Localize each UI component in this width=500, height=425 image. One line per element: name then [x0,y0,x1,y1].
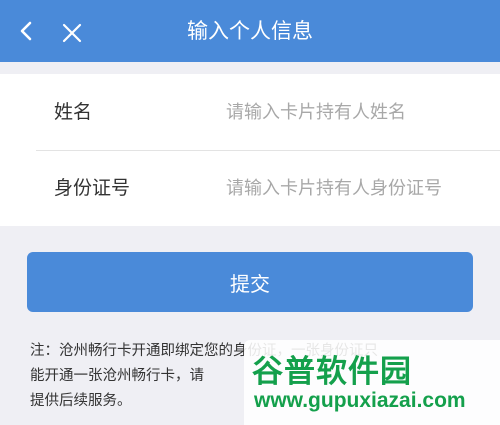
id-number-label: 身份证号 [54,177,131,199]
id-number-row: 身份证号 [0,150,500,226]
watermark-url: www.gupuxiazai.com [254,389,466,412]
name-label: 姓名 [54,101,93,123]
page-title: 输入个人信息 [187,19,313,43]
watermark: 谷普软件园 www.gupuxiazai.com [244,340,500,425]
navigation-bar: 输入个人信息 [0,0,500,62]
personal-info-form: 姓名 身份证号 [0,74,500,226]
submit-button[interactable]: 提交 [27,252,473,312]
name-row: 姓名 [0,74,500,150]
watermark-logo: 谷普软件园 [252,354,412,390]
name-input[interactable] [226,94,488,130]
id-number-input[interactable] [226,170,488,206]
